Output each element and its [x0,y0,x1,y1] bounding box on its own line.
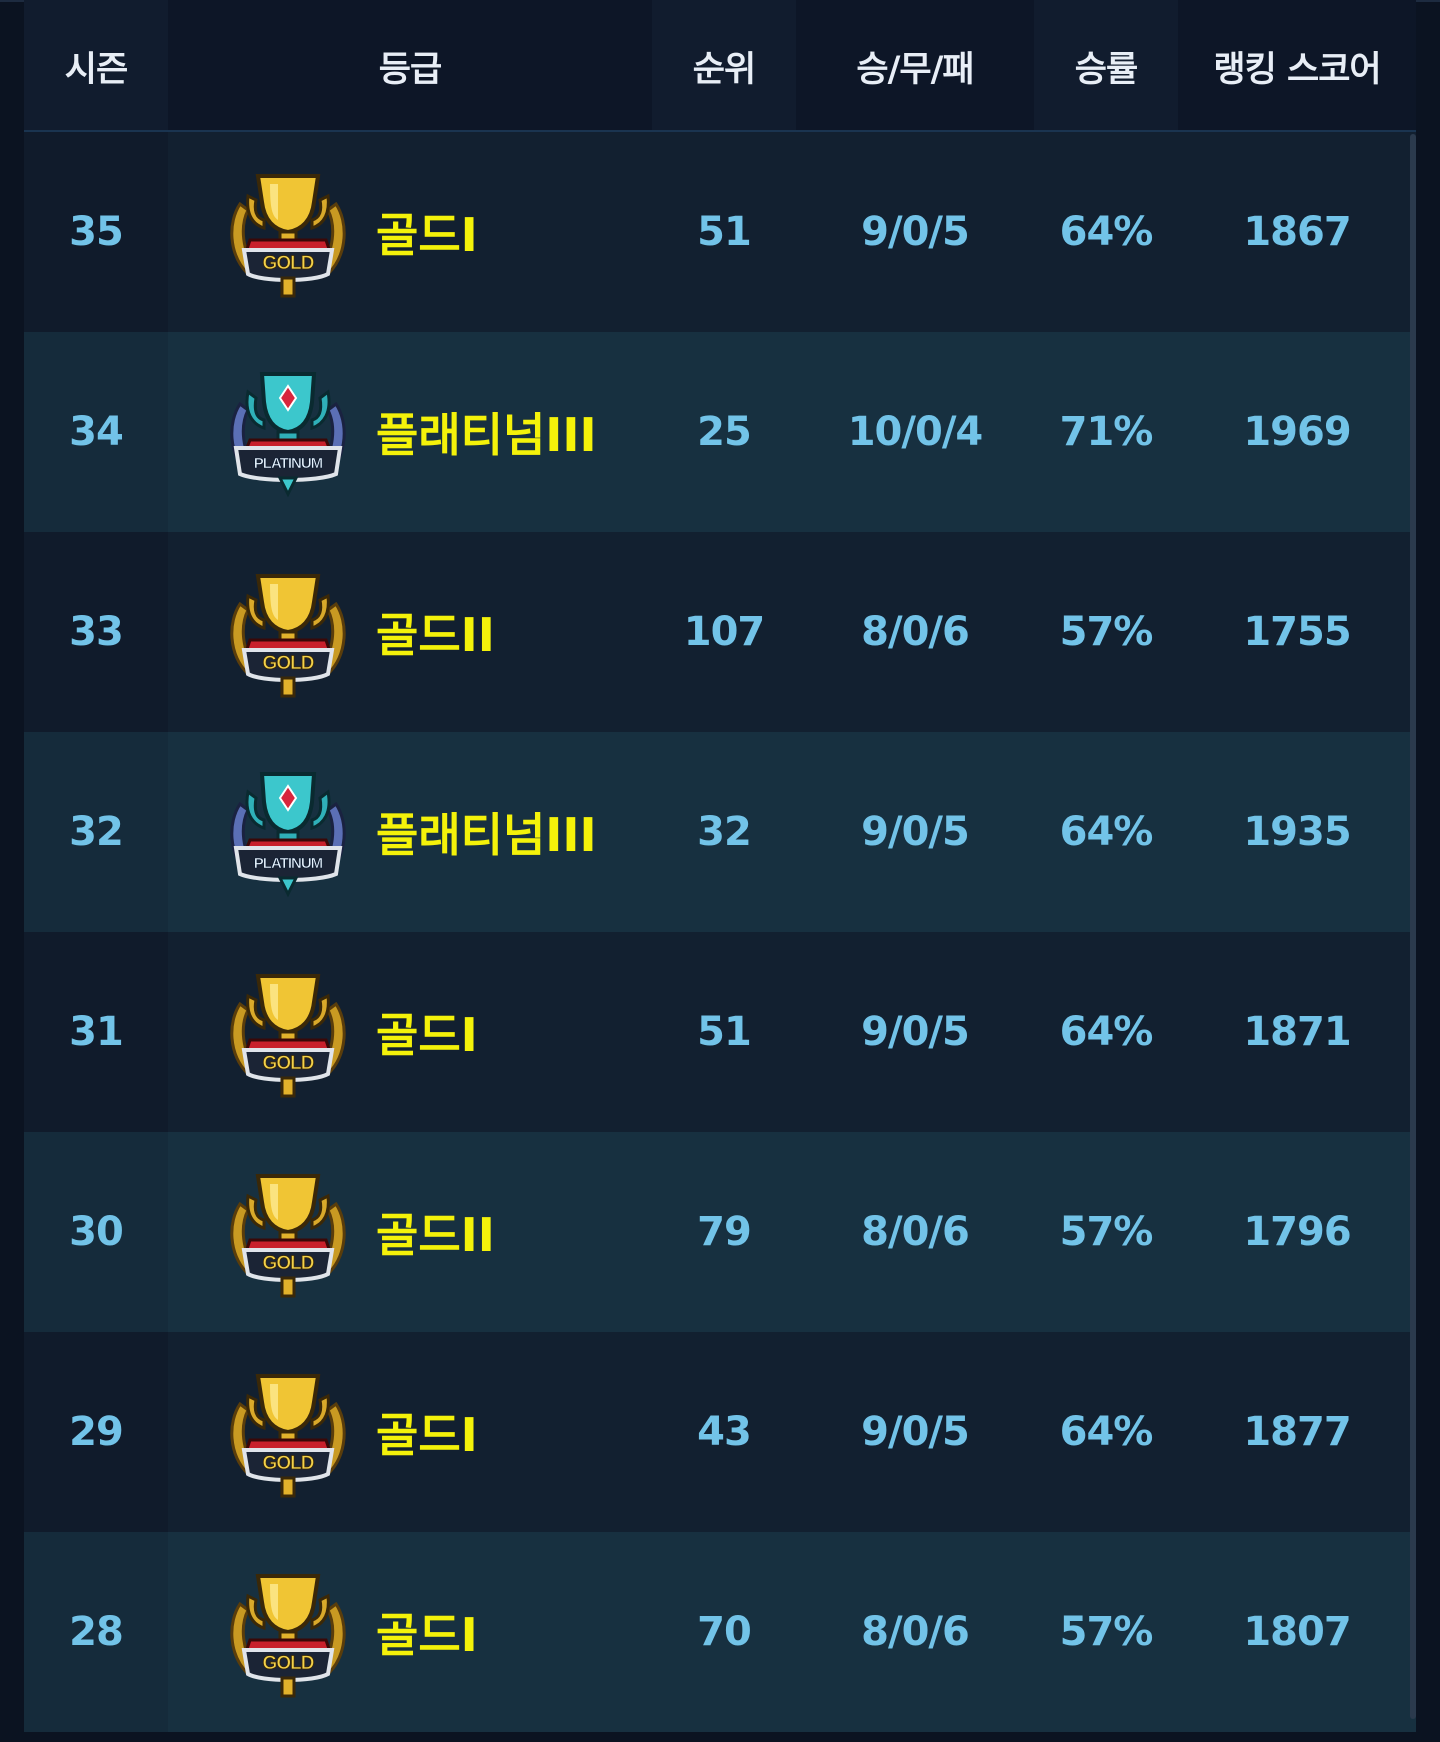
season-cell: 35 [24,132,168,332]
win-rate-cell: 57% [1059,1609,1154,1655]
grade-name: 플래티넘III [376,808,597,862]
table-body: 35 GOLD 골드I 51 9/0/5 64% 1867 34 PLATINUM 플래티… [24,132,1416,1732]
win-draw-loss-cell: 8/0/6 [861,609,970,655]
ranking-score-cell: 1871 [1243,1009,1351,1055]
table-row: 34 PLATINUM 플래티넘III 25 10/0/4 71% 1969 [24,332,1416,532]
win-draw-loss-cell: 8/0/6 [861,1209,970,1255]
season-cell: 30 [24,1132,168,1332]
gold-trophy-badge-icon: GOLD [218,962,358,1102]
rank-cell: 51 [697,209,752,255]
header-rank: 순위 [652,0,796,130]
season-cell: 33 [24,532,168,732]
win-rate-cell: 64% [1059,209,1154,255]
grade-cell: GOLD 골드II [168,532,652,732]
win-rate-cell: 71% [1059,409,1154,455]
season-history-page: 시즌 등급 순위 승/무/패 승률 랭킹 스코어 35 GOLD 골드I 51 9/… [0,0,1440,1742]
gold-trophy-badge-icon: GOLD [218,1562,358,1702]
grade-cell: PLATINUM 플래티넘III [168,332,652,532]
table-row: 29 GOLD 골드I 43 9/0/5 64% 1877 [24,1332,1416,1532]
win-draw-loss-cell: 9/0/5 [861,209,970,255]
gold-trophy-badge-icon: GOLD [218,162,358,302]
svg-text:GOLD: GOLD [263,1453,314,1474]
platinum-trophy-badge-icon: PLATINUM [218,362,358,502]
table-row: 28 GOLD 골드I 70 8/0/6 57% 1807 [24,1532,1416,1732]
win-rate-cell: 57% [1059,609,1154,655]
rank-cell: 43 [697,1409,752,1455]
grade-cell: GOLD 골드I [168,132,652,332]
grade-name: 플래티넘III [376,408,597,462]
header-season: 시즌 [24,0,168,130]
season-cell: 28 [24,1532,168,1732]
win-draw-loss-cell: 9/0/5 [861,1409,970,1455]
table-row: 35 GOLD 골드I 51 9/0/5 64% 1867 [24,132,1416,332]
season-cell: 32 [24,732,168,932]
svg-text:GOLD: GOLD [263,1653,314,1674]
season-cell: 29 [24,1332,168,1532]
win-draw-loss-cell: 10/0/4 [847,409,984,455]
grade-name: 골드II [376,1208,495,1262]
grade-cell: GOLD 골드I [168,932,652,1132]
win-rate-cell: 64% [1059,809,1154,855]
header-ranking-score: 랭킹 스코어 [1213,49,1381,90]
gold-trophy-badge-icon: GOLD [218,1162,358,1302]
win-rate-cell: 64% [1059,1009,1154,1055]
rank-cell: 79 [697,1209,752,1255]
grade-cell: GOLD 골드I [168,1332,652,1532]
win-draw-loss-cell: 8/0/6 [861,1609,970,1655]
svg-text:PLATINUM: PLATINUM [254,855,323,872]
grade-name: 골드I [376,1608,478,1662]
vertical-scrollbar[interactable] [1410,134,1416,1719]
svg-text:GOLD: GOLD [263,1053,314,1074]
grade-cell: PLATINUM 플래티넘III [168,732,652,932]
table-row: 33 GOLD 골드II 107 8/0/6 57% 1755 [24,532,1416,732]
win-draw-loss-cell: 9/0/5 [861,1009,970,1055]
ranking-score-cell: 1935 [1243,809,1351,855]
season-ranking-table: 시즌 등급 순위 승/무/패 승률 랭킹 스코어 35 GOLD 골드I 51 9/… [24,0,1416,1732]
svg-text:GOLD: GOLD [263,1253,314,1274]
table-row: 31 GOLD 골드I 51 9/0/5 64% 1871 [24,932,1416,1132]
grade-cell: GOLD 골드I [168,1532,652,1732]
table-row: 32 PLATINUM 플래티넘III 32 9/0/5 64% 1935 [24,732,1416,932]
svg-text:GOLD: GOLD [263,253,314,274]
table-header: 시즌 등급 순위 승/무/패 승률 랭킹 스코어 [24,0,1416,132]
table-row: 30 GOLD 골드II 79 8/0/6 57% 1796 [24,1132,1416,1332]
rank-cell: 32 [697,809,752,855]
rank-cell: 25 [697,409,752,455]
win-rate-cell: 64% [1059,1409,1154,1455]
svg-text:PLATINUM: PLATINUM [254,455,323,472]
ranking-score-cell: 1807 [1243,1609,1351,1655]
ranking-score-cell: 1796 [1243,1209,1351,1255]
rank-cell: 107 [683,609,766,655]
platinum-trophy-badge-icon: PLATINUM [218,762,358,902]
grade-name: 골드I [376,208,478,262]
win-rate-cell: 57% [1059,1209,1154,1255]
season-cell: 34 [24,332,168,532]
season-cell: 31 [24,932,168,1132]
header-win-draw-loss: 승/무/패 [856,49,974,90]
grade-name: 골드I [376,1008,478,1062]
ranking-score-cell: 1969 [1243,409,1351,455]
svg-text:GOLD: GOLD [263,653,314,674]
grade-name: 골드I [376,1408,478,1462]
gold-trophy-badge-icon: GOLD [218,562,358,702]
ranking-score-cell: 1877 [1243,1409,1351,1455]
gold-trophy-badge-icon: GOLD [218,1362,358,1502]
header-win-rate: 승률 [1034,0,1178,130]
rank-cell: 51 [697,1009,752,1055]
header-grade: 등급 [378,49,442,90]
grade-cell: GOLD 골드II [168,1132,652,1332]
grade-name: 골드II [376,608,495,662]
ranking-score-cell: 1867 [1243,209,1351,255]
ranking-score-cell: 1755 [1243,609,1351,655]
win-draw-loss-cell: 9/0/5 [861,809,970,855]
rank-cell: 70 [697,1609,752,1655]
